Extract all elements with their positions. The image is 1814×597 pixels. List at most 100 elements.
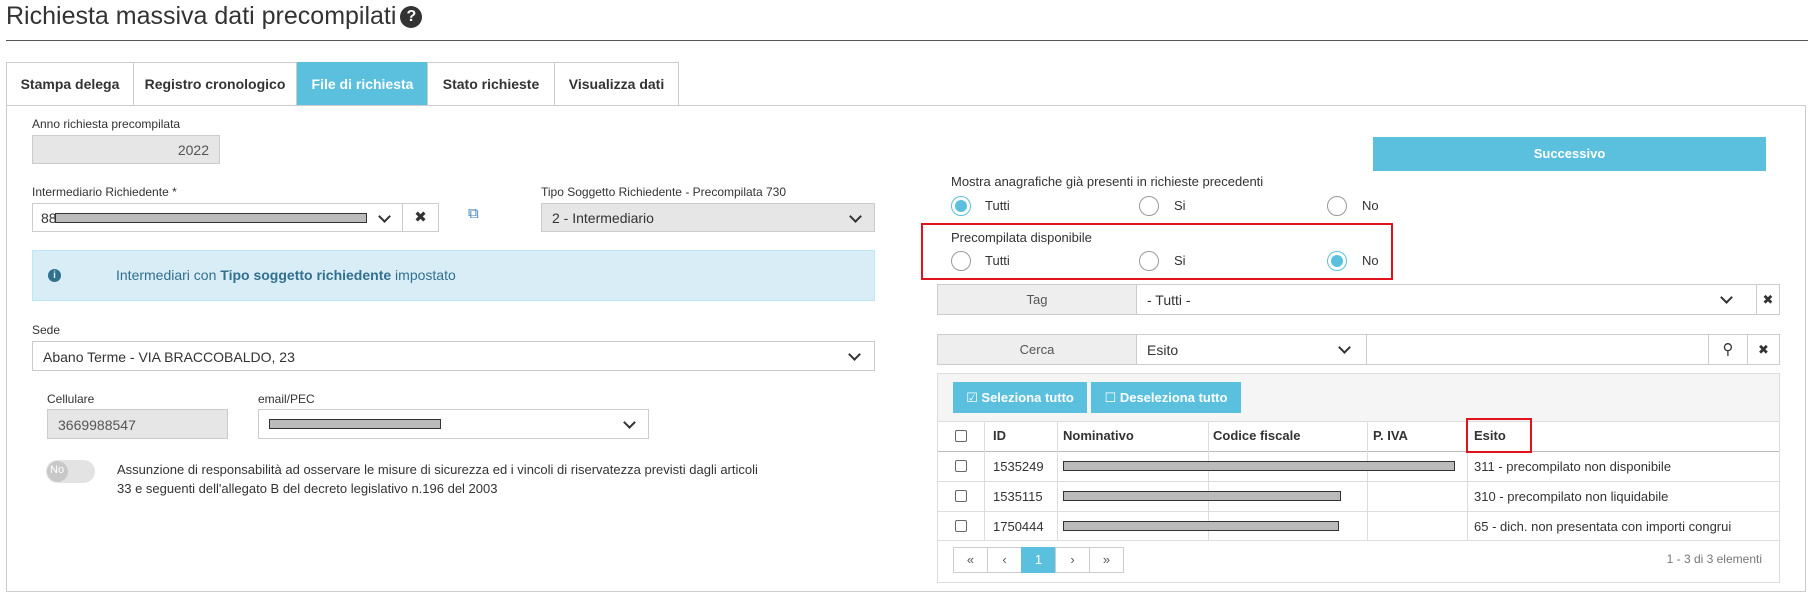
grid-divider <box>938 451 1779 452</box>
page-first-button[interactable]: « <box>953 547 988 573</box>
intermediario-select[interactable]: 88 <box>32 203 403 232</box>
pagination-summary: 1 - 3 di 3 elementi <box>1666 552 1762 566</box>
grid-divider <box>938 421 1779 422</box>
select-all-button[interactable]: ☑ Seleziona tutto <box>953 382 1087 413</box>
redacted-value <box>55 213 367 223</box>
grid-divider <box>938 511 1779 512</box>
mostra-radio-tutti[interactable] <box>951 196 971 216</box>
page-title: Richiesta massiva dati precompilati? <box>6 2 423 31</box>
info-text: Intermediari con Tipo soggetto richieden… <box>116 267 456 283</box>
tipo-soggetto-value: 2 - Intermediario <box>552 210 654 226</box>
responsibility-text: Assunzione di responsabilità ad osservar… <box>117 460 758 498</box>
row-id: 1535249 <box>993 459 1044 474</box>
tab-stampa-delega[interactable]: Stampa delega <box>6 62 134 106</box>
info-bold: Tipo soggetto richiedente <box>220 267 392 283</box>
sede-label: Sede <box>32 323 61 337</box>
precompilata-label-si: Si <box>1174 253 1186 268</box>
precompilata-label-tutti: Tutti <box>985 253 1010 268</box>
page-next-button[interactable]: › <box>1055 547 1090 573</box>
tab-registro-cronologico[interactable]: Registro cronologico <box>133 62 297 106</box>
cerca-field-select[interactable]: Esito <box>1136 334 1367 365</box>
info-suffix: impostato <box>391 267 456 283</box>
email-label: email/PEC <box>258 392 315 406</box>
email-select[interactable] <box>258 409 649 439</box>
precompilata-radio-si[interactable] <box>1139 251 1159 271</box>
row-checkbox[interactable] <box>955 460 967 472</box>
anno-field: 2022 <box>32 135 220 164</box>
clear-intermediario-button[interactable]: ✖ <box>402 203 439 232</box>
row-esito: 310 - precompilato non liquidabile <box>1474 489 1669 504</box>
chevron-down-icon <box>1338 341 1351 354</box>
responsibility-toggle[interactable]: No <box>46 460 95 483</box>
info-alert: i Intermediari con Tipo soggetto richied… <box>32 250 875 301</box>
chevron-down-icon <box>1720 291 1733 304</box>
square-icon: ☐ <box>1104 390 1120 405</box>
column-header-nominativo[interactable]: Nominativo <box>1063 428 1134 443</box>
precompilata-radio-no[interactable] <box>1327 251 1347 271</box>
row-id: 1535115 <box>993 489 1043 504</box>
external-link-icon[interactable]: ⧉ <box>468 205 484 222</box>
grid-divider <box>1057 421 1058 540</box>
redacted-value <box>1063 461 1455 471</box>
column-header-codice-fiscale[interactable]: Codice fiscale <box>1213 428 1300 443</box>
search-icon: ⚲ <box>1722 341 1734 358</box>
successivo-button[interactable]: Successivo <box>1373 137 1766 171</box>
help-icon[interactable]: ? <box>400 6 423 28</box>
grid-divider <box>938 540 1779 541</box>
precompilata-radio-tutti[interactable] <box>951 251 971 271</box>
responsibility-line1: Assunzione di responsabilità ad osservar… <box>117 462 758 477</box>
page-title-text: Richiesta massiva dati precompilati <box>6 2 397 30</box>
row-esito: 65 - dich. non presentata con importi co… <box>1474 519 1732 534</box>
tipo-soggetto-select: 2 - Intermediario <box>541 203 875 232</box>
clear-tag-button[interactable]: ✖ <box>1756 284 1780 315</box>
grid-divider <box>1367 421 1368 540</box>
clear-search-button[interactable]: ✖ <box>1747 334 1780 365</box>
mostra-label-no: No <box>1362 198 1379 213</box>
precompilata-label-no: No <box>1362 253 1379 268</box>
grid-divider <box>984 421 985 540</box>
highlight-box <box>1466 418 1532 453</box>
mostra-label: Mostra anagrafiche già presenti in richi… <box>951 174 1264 189</box>
sede-value: Abano Terme - VIA BRACCOBALDO, 23 <box>43 349 295 365</box>
grid-divider <box>938 481 1779 482</box>
column-header-piva[interactable]: P. IVA <box>1373 428 1408 443</box>
select-all-label: Seleziona tutto <box>981 390 1074 405</box>
tab-visualizza-dati[interactable]: Visualizza dati <box>554 62 679 106</box>
page-current-button[interactable]: 1 <box>1021 547 1056 573</box>
intermediario-label: Intermediario Richiedente * <box>32 185 177 199</box>
info-prefix: Intermediari con <box>116 267 221 283</box>
search-button[interactable]: ⚲ <box>1708 334 1748 365</box>
page-prev-button[interactable]: ‹ <box>987 547 1022 573</box>
tab-stato-richieste[interactable]: Stato richieste <box>427 62 555 106</box>
info-icon: i <box>48 269 61 282</box>
deselect-all-button[interactable]: ☐ Deseleziona tutto <box>1091 382 1241 413</box>
redacted-value <box>1063 491 1341 501</box>
mostra-radio-si[interactable] <box>1139 196 1159 216</box>
mostra-radio-no[interactable] <box>1327 196 1347 216</box>
cerca-field-value: Esito <box>1147 342 1179 358</box>
responsibility-line2: 33 e seguenti dell'allegato B del decret… <box>117 481 498 496</box>
column-header-id[interactable]: ID <box>993 428 1006 443</box>
chevron-down-icon <box>378 210 391 223</box>
select-all-checkbox[interactable] <box>955 430 967 442</box>
tag-value: - Tutti - <box>1147 292 1191 308</box>
tag-label: Tag <box>937 284 1137 315</box>
toggle-label: No <box>50 464 65 476</box>
search-input[interactable] <box>1366 334 1709 365</box>
cellulare-label: Cellulare <box>47 392 95 406</box>
tag-select[interactable]: - Tutti - <box>1136 284 1757 315</box>
page-last-button[interactable]: » <box>1089 547 1124 573</box>
tab-file-di-richiesta[interactable]: File di richiesta <box>297 62 428 106</box>
row-id: 1750444 <box>993 519 1044 534</box>
tipo-soggetto-label: Tipo Soggetto Richiedente - Precompilata… <box>541 185 787 199</box>
sede-select[interactable]: Abano Terme - VIA BRACCOBALDO, 23 <box>32 341 875 371</box>
cellulare-field: 3669988547 <box>47 409 228 439</box>
mostra-label-tutti: Tutti <box>985 198 1010 213</box>
redacted-value <box>269 419 441 429</box>
row-checkbox[interactable] <box>955 520 967 532</box>
mostra-label-si: Si <box>1174 198 1186 213</box>
cerca-label: Cerca <box>937 334 1137 365</box>
row-checkbox[interactable] <box>955 490 967 502</box>
title-divider <box>6 40 1808 41</box>
chevron-down-icon <box>623 416 636 429</box>
